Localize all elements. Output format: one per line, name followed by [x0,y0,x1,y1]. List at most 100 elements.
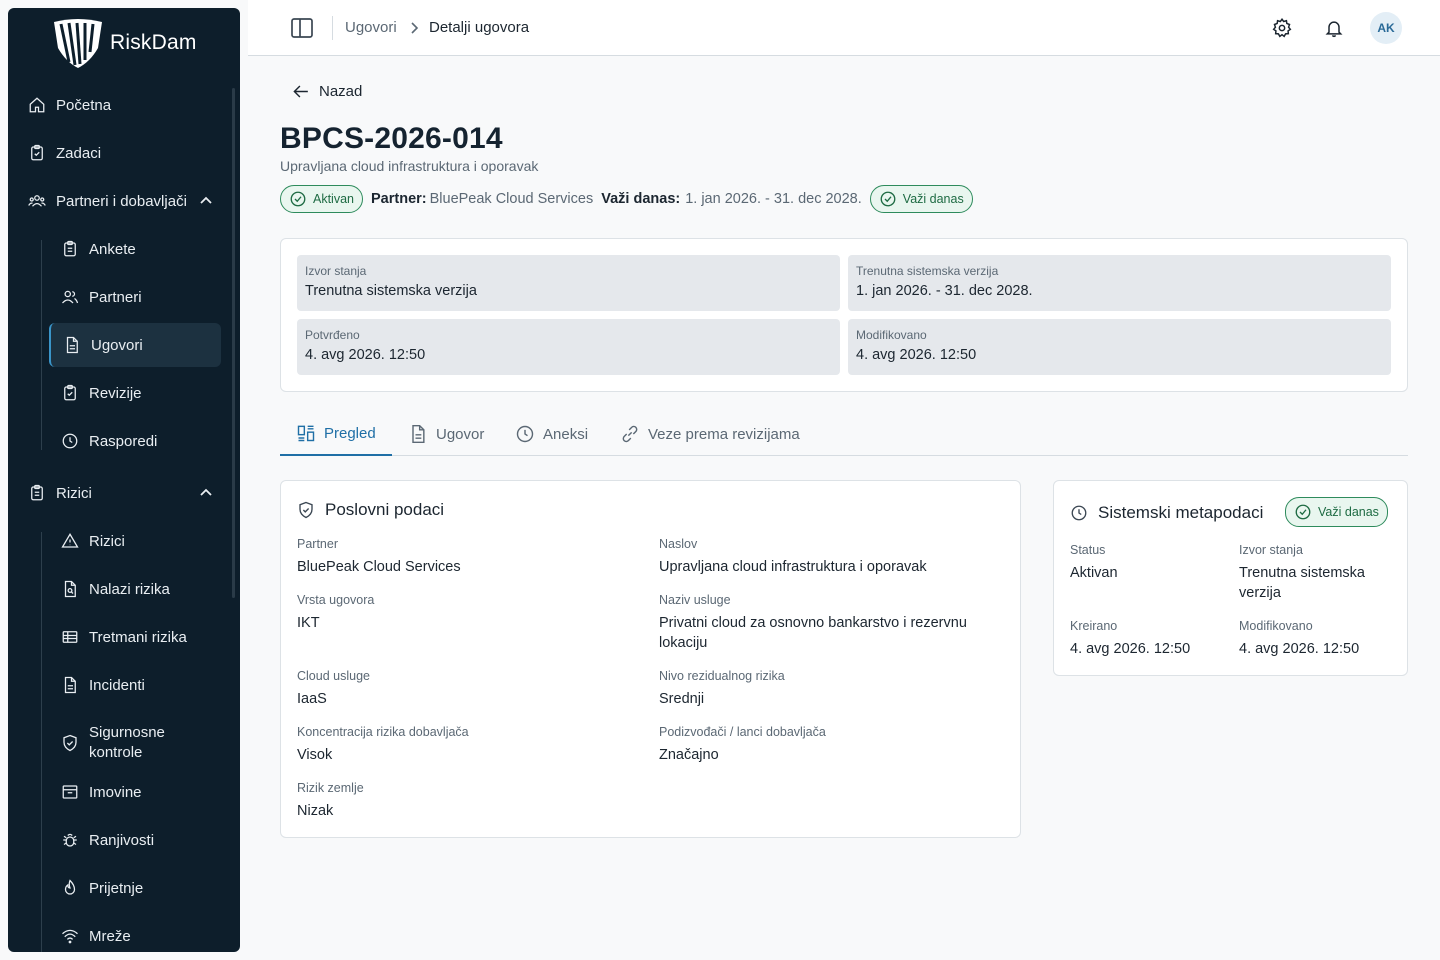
sidebar-item-label: Rasporedi [89,432,158,450]
link-icon [622,425,638,443]
bug-icon [63,833,77,847]
sidebar-item-rizici-group[interactable]: Rizici [28,473,213,513]
sidebar-item-label: Početna [56,96,112,114]
field-key: Nivo rezidualnog rizika [659,669,785,683]
chevron-up-icon [200,488,212,496]
field-rizik-zemlje: Rizik zemlje Nizak [297,781,637,821]
state-cell-key: Izvor stanja [305,264,367,278]
field-modifikovano: Modifikovano 4. avg 2026. 12:50 [1239,619,1399,659]
sidebar-item-pocetna[interactable]: Početna [28,85,213,125]
field-key: Status [1070,543,1106,557]
field-key: Cloud usluge [297,669,370,683]
field-value: 4. avg 2026. 12:50 [1070,641,1191,657]
sidebar-item-nalazi-rizika[interactable]: Nalazi rizika [61,569,221,609]
flame-icon [64,879,76,895]
meta-row: Aktivan Partner: BluePeak Cloud Services… [280,185,973,213]
page-title: BPCS-2026-014 [280,122,503,155]
tab-label: Aneksi [543,425,589,443]
field-value: Privatni cloud za osnovno bankarstvo i r… [659,615,967,651]
sidebar-item-ranjivosti[interactable]: Ranjivosti [61,820,221,860]
sidebar-item-mreze[interactable]: Mreže [61,916,221,952]
dashboard-icon [297,425,315,442]
state-cell-key: Modifikovano [856,328,927,342]
field-value: Upravljana cloud infrastruktura i oporav… [659,559,927,575]
topbar: Ugovori Detalji ugovora AK [248,0,1440,56]
wifi-icon [62,929,78,944]
gear-icon[interactable] [1272,18,1292,38]
sidebar-item-partneri[interactable]: Partneri [61,277,221,317]
field-value: BluePeak Cloud Services [297,559,461,575]
valid-badge: Važi danas [869,185,973,213]
valid-badge: Važi danas [1285,497,1388,527]
field-key: Koncentracija rizika dobavljača [297,725,469,739]
sidebar-item-label: Imovine [89,783,142,801]
divider [332,16,333,40]
card-title: Sistemski metapodaci [1070,503,1263,523]
bell-icon[interactable] [1324,18,1344,38]
partner-label: Partner: [371,191,427,207]
sidebar-item-label: Prijetnje [89,879,144,897]
sidebar-toggle-icon[interactable] [291,18,313,38]
card-title-text: Sistemski metapodaci [1098,503,1264,522]
state-cell: Trenutna sistemska verzija 1. jan 2026. … [848,255,1391,311]
tab-label: Pregled [324,424,376,442]
valid-badge-label: Važi danas [1318,505,1379,519]
field-vrsta-ugovora: Vrsta ugovora IKT [297,593,637,633]
breadcrumb-ugovori[interactable]: Ugovori [345,19,397,36]
avatar[interactable]: AK [1370,12,1402,44]
archive-icon [62,785,78,799]
partner-value: BluePeak Cloud Services [429,191,594,207]
sidebar-scrollbar[interactable] [232,88,235,598]
field-koncentracija: Koncentracija rizika dobavljača Visok [297,725,637,765]
sidebar-item-tretmani-rizika[interactable]: Tretmani rizika [61,617,221,657]
sidebar-item-sigurnosne-kontrole[interactable]: Sigurnosne kontrole [61,720,221,766]
field-value: Trenutna sistemska verzija [1239,565,1365,601]
status-badge: Aktivan [280,185,363,213]
tab-veze-prema-revizijama[interactable]: Veze prema revizijama [604,412,816,456]
field-naziv-usluge: Naziv usluge Privatni cloud za osnovno b… [659,593,999,653]
page-subtitle: Upravljana cloud infrastruktura i oporav… [280,158,539,174]
field-key: Izvor stanja [1239,543,1303,557]
sidebar-item-imovine[interactable]: Imovine [61,772,221,812]
sidebar-item-ankete[interactable]: Ankete [61,229,221,269]
sidebar-item-partneri-i-dobavljaci[interactable]: Partneri i dobavljači [28,181,213,221]
state-cell: Izvor stanja Trenutna sistemska verzija [297,255,840,311]
field-key: Naziv usluge [659,593,731,607]
shield-check-icon [63,734,77,752]
tabs: Pregled Ugovor Aneksi Veze prema revizij… [280,412,1408,456]
status-badge-label: Aktivan [313,192,354,206]
sidebar-item-prijetnje[interactable]: Prijetnje [61,868,221,908]
sidebar-item-label: Incidenti [89,676,145,694]
audit-icon [64,384,76,401]
sidebar-item-rizici[interactable]: Rizici [61,521,221,561]
sidebar-item-revizije[interactable]: Revizije [61,373,221,413]
sidebar-item-zadaci[interactable]: Zadaci [28,133,213,173]
sidebar-item-rasporedi[interactable]: Rasporedi [61,421,221,461]
table-icon [62,631,78,643]
home-icon [29,97,45,113]
field-value: Značajno [659,747,719,763]
field-key: Kreirano [1070,619,1118,633]
clipboard-icon [31,484,43,501]
users-icon [28,195,46,207]
clock-icon [1071,505,1087,521]
field-kreirano: Kreirano 4. avg 2026. 12:50 [1070,619,1220,659]
state-cell-key: Potvrđeno [305,328,360,342]
tab-pregled[interactable]: Pregled [280,412,392,456]
field-naslov: Naslov Upravljana cloud infrastruktura i… [659,537,999,577]
state-cell-value: 4. avg 2026. 12:50 [305,347,426,363]
back-button[interactable]: Nazad [292,82,362,101]
clipboard-check-icon [31,144,43,161]
survey-icon [64,240,76,257]
state-cell-value: 1. jan 2026. - 31. dec 2028. [856,283,1033,299]
tab-aneksi[interactable]: Aneksi [499,412,604,456]
app-logo[interactable]: RiskDam [52,18,197,68]
card-title-text: Poslovni podaci [325,500,445,519]
field-value: Aktivan [1070,565,1118,581]
state-cell: Potvrđeno 4. avg 2026. 12:50 [297,319,840,375]
field-value: Visok [297,747,333,763]
back-label: Nazad [319,83,363,100]
sidebar-item-incidenti[interactable]: Incidenti [61,665,221,705]
tab-ugovor[interactable]: Ugovor [392,412,500,456]
sidebar-item-ugovori[interactable]: Ugovori [49,323,221,367]
